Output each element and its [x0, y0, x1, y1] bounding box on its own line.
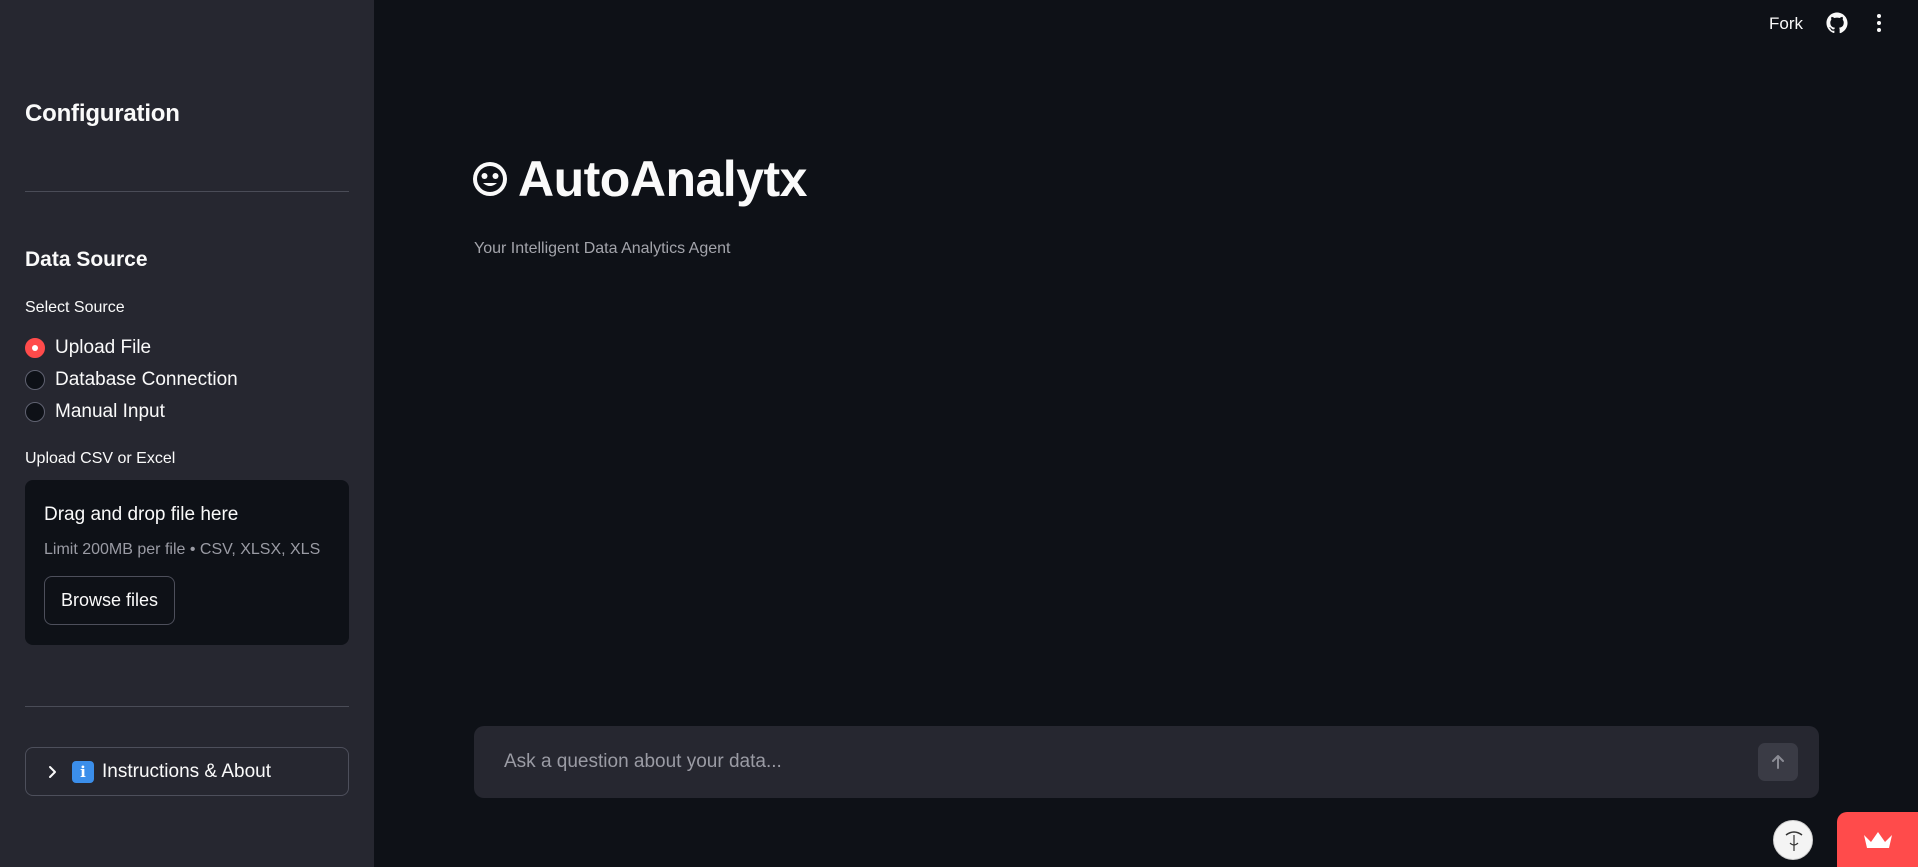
more-vertical-icon[interactable]: [1871, 12, 1887, 34]
select-source-label: Select Source: [25, 299, 125, 316]
chevron-right-icon: [49, 765, 56, 778]
dropzone-title: Drag and drop file here: [44, 504, 239, 525]
radio-upload-file[interactable]: Upload File: [25, 332, 238, 364]
github-icon[interactable]: [1826, 12, 1848, 34]
crown-icon: [1863, 831, 1892, 848]
sidebar-divider: [25, 191, 349, 192]
app-title: AutoAnalytx: [470, 150, 807, 208]
avatar-sketch-icon: [1785, 831, 1803, 851]
streamlit-badge[interactable]: [1837, 812, 1918, 867]
arrow-up-icon: [1772, 755, 1784, 769]
radio-checked-icon[interactable]: [25, 338, 45, 358]
radio-database-connection[interactable]: Database Connection: [25, 364, 238, 396]
upload-label: Upload CSV or Excel: [25, 450, 176, 467]
radio-manual-input[interactable]: Manual Input: [25, 396, 238, 428]
chat-input[interactable]: [504, 726, 1704, 798]
radio-label: Upload File: [55, 337, 152, 358]
radio-label: Manual Input: [55, 401, 165, 422]
user-avatar-icon[interactable]: [1773, 820, 1813, 860]
page-title: AutoAnalytx: [518, 151, 807, 207]
radio-label: Database Connection: [55, 369, 238, 390]
sidebar-divider: [25, 706, 349, 707]
sidebar: Configuration Data Source Select Source …: [0, 0, 374, 867]
file-dropzone[interactable]: Drag and drop file here Limit 200MB per …: [25, 480, 349, 645]
source-radio-group: Upload File Database Connection Manual I…: [25, 332, 238, 428]
instructions-expander[interactable]: i Instructions & About: [25, 747, 349, 796]
dropzone-limit-text: Limit 200MB per file • CSV, XLSX, XLS: [44, 541, 321, 558]
radio-unchecked-icon[interactable]: [25, 402, 45, 422]
chat-input-container: [474, 726, 1819, 798]
info-icon: i: [72, 760, 94, 783]
robot-face-icon: [473, 162, 507, 196]
data-source-heading: Data Source: [25, 248, 148, 271]
fork-link[interactable]: Fork: [1769, 14, 1803, 34]
send-button[interactable]: [1758, 743, 1798, 781]
expander-label: Instructions & About: [102, 760, 271, 782]
radio-unchecked-icon[interactable]: [25, 370, 45, 390]
browse-files-button[interactable]: Browse files: [44, 576, 175, 625]
sidebar-title: Configuration: [25, 100, 180, 127]
page-subtitle: Your Intelligent Data Analytics Agent: [474, 240, 731, 257]
